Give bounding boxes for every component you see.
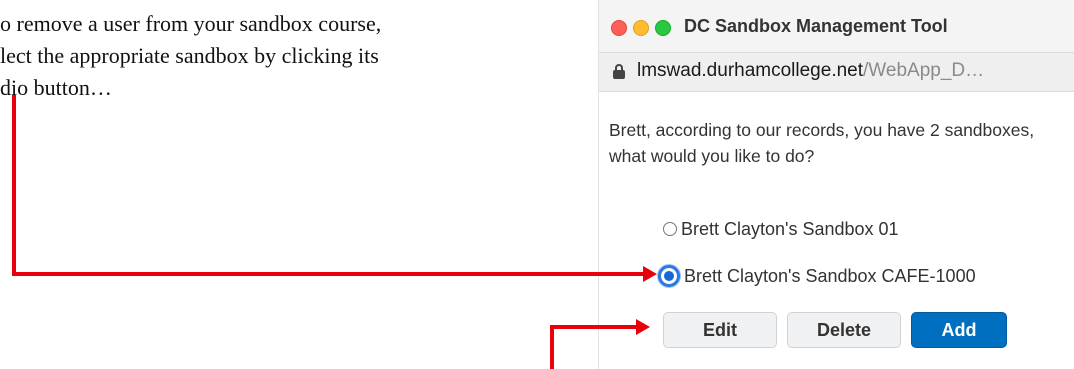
maximize-window-icon[interactable] [655,20,671,36]
address-bar[interactable]: lmswad.durhamcollege.net/WebApp_D… [599,52,1074,92]
close-window-icon[interactable] [611,20,627,36]
edit-button[interactable]: Edit [663,312,777,348]
lock-icon [613,64,625,80]
radio-button-selected[interactable] [658,265,680,287]
sandbox-option-cafe-1000[interactable]: Brett Clayton's Sandbox CAFE-1000 [658,262,976,290]
instruction-line: dio button… [0,75,112,100]
instruction-line: lect the appropriate sandbox by clicking… [0,43,379,68]
sandbox-option-01[interactable]: Brett Clayton's Sandbox 01 [663,215,899,243]
sandbox-prompt: Brett, according to our records, you hav… [609,120,1035,166]
sandbox-option-label: Brett Clayton's Sandbox CAFE-1000 [684,265,976,286]
sandbox-option-label: Brett Clayton's Sandbox 01 [681,218,899,239]
url-host: lmswad.durhamcollege.net [637,60,864,81]
window-title: DC Sandbox Management Tool [684,16,948,36]
radio-button[interactable] [663,222,677,236]
browser-window: DC Sandbox Management Tool lmswad.durham… [598,0,1074,369]
instruction-text: o remove a user from your sandbox course… [0,8,420,104]
add-button[interactable]: Add [911,312,1007,348]
title-bar: DC Sandbox Management Tool [599,0,1074,52]
instruction-line: o remove a user from your sandbox course… [0,11,382,36]
url-text[interactable]: lmswad.durhamcollege.net/WebApp_D… [637,60,984,82]
minimize-window-icon[interactable] [633,20,649,36]
arrow-to-radio [12,95,657,282]
url-path: /WebApp_D… [863,60,985,81]
delete-button[interactable]: Delete [787,312,901,348]
